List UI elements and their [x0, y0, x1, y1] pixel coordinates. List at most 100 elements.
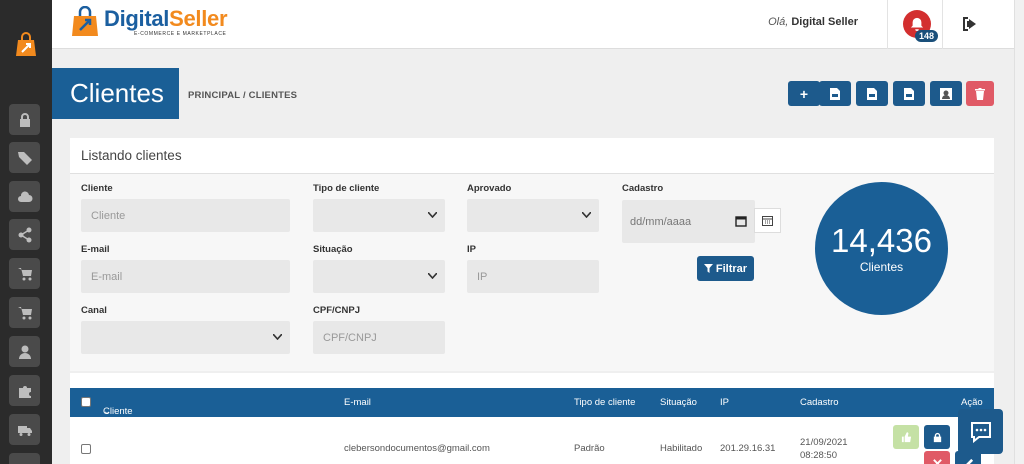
brand-tagline: E-COMMERCE E MARKETPLACE	[134, 31, 227, 37]
filter-panel-title: Listando clientes	[70, 138, 994, 174]
nav-clients[interactable]	[9, 336, 40, 367]
import-button[interactable]	[930, 81, 962, 106]
delete-button[interactable]	[966, 81, 994, 106]
calendar-button[interactable]	[754, 208, 781, 233]
nav-more[interactable]	[9, 453, 40, 464]
nav-shipping[interactable]	[9, 414, 40, 445]
chevron-down-icon	[273, 334, 282, 340]
notification-count-badge: 148	[915, 30, 939, 42]
tags-icon	[17, 151, 32, 165]
cadastro-date-input[interactable]: dd/mm/aaaa	[622, 200, 755, 243]
clients-table: Cliente ⌄ E-mail Tipo de cliente Situaçã…	[70, 373, 994, 464]
add-button[interactable]: +	[788, 81, 820, 106]
plus-icon: +	[799, 85, 809, 102]
column-acao: Ação	[961, 397, 983, 408]
user-greeting: Olá, Digital Seller	[768, 16, 858, 28]
aprovado-label: Aprovado	[467, 183, 512, 194]
chevron-down-icon	[428, 212, 437, 218]
shopping-bag-icon	[72, 6, 98, 36]
calendar-icon	[762, 216, 773, 226]
table-header: Cliente ⌄ E-mail Tipo de cliente Situaçã…	[70, 388, 994, 417]
cart-icon	[17, 267, 32, 280]
sidebar	[0, 0, 52, 464]
cloud-icon	[17, 190, 32, 202]
nav-security[interactable]	[9, 104, 40, 135]
column-ip: IP	[720, 397, 729, 408]
column-tipo: Tipo de cliente	[574, 397, 636, 408]
tipo-select[interactable]	[313, 199, 445, 232]
user-icon	[18, 345, 31, 359]
cadastro-label: Cadastro	[622, 183, 664, 194]
top-bar: DigitalSeller E-COMMERCE E MARKETPLACE O…	[52, 0, 1014, 49]
file-icon	[830, 87, 840, 100]
total-clients-label: Clientes	[859, 259, 904, 274]
table-row[interactable]: clebersondocumentos@gmail.com Padrão Hab…	[70, 417, 994, 464]
export-xls-button[interactable]	[856, 81, 888, 106]
remove-button[interactable]	[924, 451, 950, 464]
trash-icon	[975, 87, 985, 100]
app-logo[interactable]	[0, 0, 52, 90]
row-email: clebersondocumentos@gmail.com	[344, 443, 490, 454]
chat-icon	[970, 421, 991, 443]
cpf-label: CPF/CNPJ	[313, 305, 360, 316]
puzzle-icon	[18, 385, 31, 398]
cpf-input[interactable]: CPF/CNPJ	[313, 321, 445, 354]
thumbs-up-icon	[901, 431, 911, 442]
select-all-checkbox[interactable]	[81, 397, 91, 407]
total-clients-counter: 14,436 Clientes	[815, 182, 948, 315]
chevron-down-icon	[582, 212, 591, 218]
approve-button[interactable]	[893, 425, 919, 449]
situacao-select[interactable]	[313, 260, 445, 293]
row-time: 08:28:50	[800, 450, 837, 461]
breadcrumb[interactable]: PRINCIPAL / CLIENTES	[188, 90, 297, 101]
tipo-label: Tipo de cliente	[313, 183, 380, 194]
export-pdf-button[interactable]	[893, 81, 925, 106]
file-icon	[904, 87, 914, 100]
total-clients-number: 14,436	[831, 221, 932, 259]
lock-button[interactable]	[924, 425, 950, 449]
canal-select[interactable]	[81, 321, 290, 354]
bag-logo-icon	[16, 32, 36, 56]
nav-integrations[interactable]	[9, 375, 40, 406]
column-cadastro: Cadastro	[800, 397, 839, 408]
cart-icon	[17, 306, 32, 319]
cliente-label: Cliente	[81, 183, 113, 194]
chat-button[interactable]	[958, 409, 1003, 454]
row-tipo: Padrão	[574, 443, 605, 454]
filter-button[interactable]: Filtrar	[697, 256, 754, 281]
column-situacao: Situação	[660, 397, 697, 408]
brand-name: DigitalSeller	[104, 6, 228, 31]
logout-icon[interactable]	[962, 17, 978, 31]
calendar-icon	[735, 216, 747, 227]
brand-logo[interactable]: DigitalSeller E-COMMERCE E MARKETPLACE	[70, 6, 228, 38]
cliente-input[interactable]: Cliente	[81, 199, 290, 232]
nav-tags[interactable]	[9, 142, 40, 173]
bell-icon	[910, 17, 924, 31]
nav-orders[interactable]	[9, 258, 40, 289]
page-scrollbar[interactable]	[1014, 0, 1024, 464]
aprovado-select[interactable]	[467, 199, 599, 232]
chevron-down-icon: ⌄	[103, 406, 111, 417]
email-input[interactable]: E-mail	[81, 260, 290, 293]
nav-cloud[interactable]	[9, 181, 40, 212]
ip-input[interactable]: IP	[467, 260, 599, 293]
chevron-down-icon	[428, 273, 437, 279]
nav-products[interactable]	[9, 297, 40, 328]
divider	[887, 0, 888, 49]
row-checkbox[interactable]	[81, 444, 91, 454]
row-situacao: Habilitado	[660, 443, 703, 454]
filter-panel: Listando clientes Cliente Cliente E-mail…	[70, 138, 994, 371]
file-icon	[867, 87, 877, 100]
export-csv-button[interactable]	[819, 81, 851, 106]
email-label: E-mail	[81, 244, 110, 255]
divider	[942, 0, 943, 49]
ip-label: IP	[467, 244, 476, 255]
lock-icon	[933, 432, 941, 442]
pencil-icon	[965, 458, 973, 464]
funnel-icon	[703, 264, 713, 273]
share-icon	[18, 227, 31, 242]
row-date: 21/09/2021	[800, 437, 848, 448]
column-email: E-mail	[344, 397, 371, 408]
situacao-label: Situação	[313, 244, 353, 255]
nav-share[interactable]	[9, 219, 40, 250]
